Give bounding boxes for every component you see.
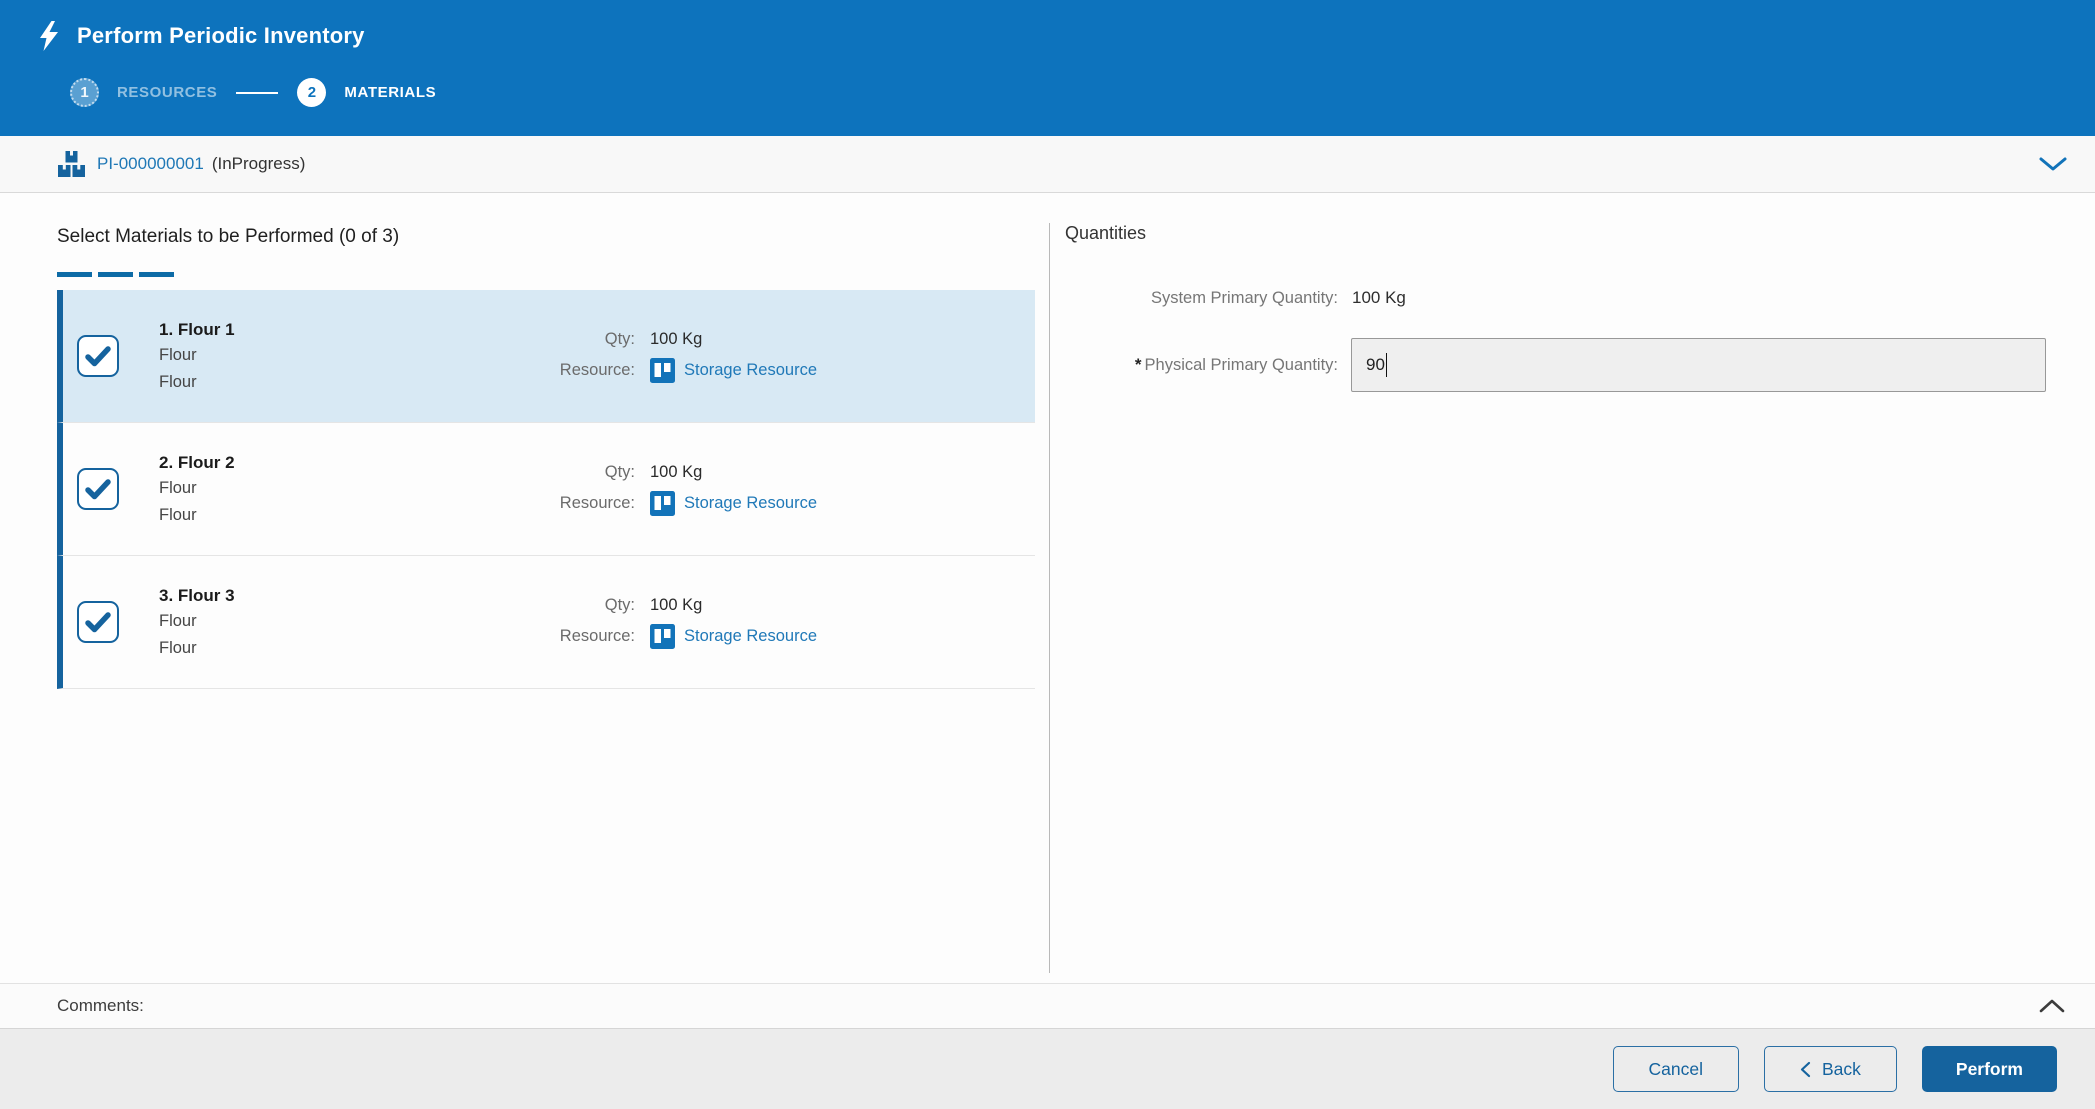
material-description: Flour <box>159 369 540 396</box>
dialog-title: Perform Periodic Inventory <box>77 23 365 49</box>
material-item-flour-2[interactable]: 2. Flour 2 Flour Flour Qty: 100 Kg Resou… <box>57 423 1035 556</box>
qty-value: 100 Kg <box>650 330 855 349</box>
step-2-label: MATERIALS <box>344 84 436 101</box>
materials-list: 1. Flour 1 Flour Flour Qty: 100 Kg Resou… <box>57 290 1035 689</box>
chevron-down-icon[interactable] <box>2039 157 2067 172</box>
qty-label: Qty: <box>540 463 635 482</box>
system-quantity-label: System Primary Quantity: <box>1065 289 1338 308</box>
quantities-panel: Quantities System Primary Quantity: 100 … <box>1049 193 2095 983</box>
qty-value: 100 Kg <box>650 463 855 482</box>
chevron-left-icon <box>1800 1061 1811 1078</box>
physical-quantity-label: *Physical Primary Quantity: <box>1065 355 1338 375</box>
progress-dash <box>57 272 92 277</box>
storage-resource-icon <box>650 358 675 383</box>
step-connector <box>236 92 278 94</box>
material-text: 2. Flour 2 Flour Flour <box>159 450 540 529</box>
physical-primary-quantity-input[interactable]: 90 <box>1351 338 2046 392</box>
physical-quantity-value: 90 <box>1366 355 1385 375</box>
text-caret <box>1386 353 1388 377</box>
inventory-order-link[interactable]: PI-000000001 <box>97 154 204 174</box>
material-text: 3. Flour 3 Flour Flour <box>159 583 540 662</box>
material-checkbox[interactable] <box>77 335 119 377</box>
material-item-flour-1[interactable]: 1. Flour 1 Flour Flour Qty: 100 Kg Resou… <box>57 290 1035 423</box>
lightning-icon <box>38 21 60 51</box>
qty-label: Qty: <box>540 596 635 615</box>
back-button[interactable]: Back <box>1764 1046 1897 1092</box>
material-text: 1. Flour 1 Flour Flour <box>159 317 540 396</box>
wizard-header: Perform Periodic Inventory 1 RESOURCES 2… <box>0 0 2095 136</box>
perform-button[interactable]: Perform <box>1922 1046 2057 1092</box>
qty-value: 100 Kg <box>650 596 855 615</box>
storage-resource-icon <box>650 624 675 649</box>
step-resources[interactable]: 1 RESOURCES <box>70 78 217 107</box>
material-definition: Flour <box>159 608 540 635</box>
resource-label: Resource: <box>540 494 635 513</box>
materials-panel-title: Select Materials to be Performed (0 of 3… <box>57 226 1048 248</box>
context-bar: PI-000000001 (InProgress) <box>0 136 2095 193</box>
resource-label: Resource: <box>540 361 635 380</box>
resource-label: Resource: <box>540 627 635 646</box>
physical-quantity-row: *Physical Primary Quantity: 90 <box>1065 338 2095 392</box>
material-details: Qty: 100 Kg Resource: Storage Resource <box>540 596 855 649</box>
inventory-boxes-icon <box>57 151 86 178</box>
step-1-label: RESOURCES <box>117 84 217 101</box>
storage-resource-link[interactable]: Storage Resource <box>684 627 817 646</box>
material-name: 3. Flour 3 <box>159 583 540 608</box>
material-details: Qty: 100 Kg Resource: Storage Resource <box>540 463 855 516</box>
chevron-up-icon[interactable] <box>2039 999 2065 1013</box>
material-definition: Flour <box>159 342 540 369</box>
quantities-panel-title: Quantities <box>1065 223 2095 244</box>
system-quantity-row: System Primary Quantity: 100 Kg <box>1065 288 2095 308</box>
back-button-label: Back <box>1822 1059 1861 1080</box>
material-checkbox[interactable] <box>77 468 119 510</box>
progress-dash <box>98 272 133 277</box>
cancel-button[interactable]: Cancel <box>1613 1046 1739 1092</box>
required-asterisk: * <box>1135 355 1142 374</box>
step-2-circle: 2 <box>297 78 326 107</box>
materials-panel: Select Materials to be Performed (0 of 3… <box>0 193 1048 983</box>
system-quantity-value: 100 Kg <box>1352 288 1406 308</box>
storage-resource-link[interactable]: Storage Resource <box>684 494 817 513</box>
material-item-flour-3[interactable]: 3. Flour 3 Flour Flour Qty: 100 Kg Resou… <box>57 556 1035 689</box>
material-checkbox[interactable] <box>77 601 119 643</box>
storage-resource-icon <box>650 491 675 516</box>
wizard-steps: 1 RESOURCES 2 MATERIALS <box>70 78 2095 107</box>
material-name: 2. Flour 2 <box>159 450 540 475</box>
material-description: Flour <box>159 502 540 529</box>
main-content: Select Materials to be Performed (0 of 3… <box>0 193 2095 983</box>
material-description: Flour <box>159 635 540 662</box>
comments-label: Comments: <box>57 996 144 1016</box>
step-1-circle: 1 <box>70 78 99 107</box>
material-details: Qty: 100 Kg Resource: Storage Resource <box>540 330 855 383</box>
selection-progress-dashes <box>57 272 1048 277</box>
footer-actions: Cancel Back Perform <box>0 1029 2095 1109</box>
material-name: 1. Flour 1 <box>159 317 540 342</box>
inventory-order-status: (InProgress) <box>212 154 306 174</box>
qty-label: Qty: <box>540 330 635 349</box>
perform-periodic-inventory-dialog: Perform Periodic Inventory 1 RESOURCES 2… <box>0 0 2095 1109</box>
progress-dash <box>139 272 174 277</box>
step-materials[interactable]: 2 MATERIALS <box>297 78 436 107</box>
storage-resource-link[interactable]: Storage Resource <box>684 361 817 380</box>
comments-bar[interactable]: Comments: <box>0 983 2095 1029</box>
material-definition: Flour <box>159 475 540 502</box>
